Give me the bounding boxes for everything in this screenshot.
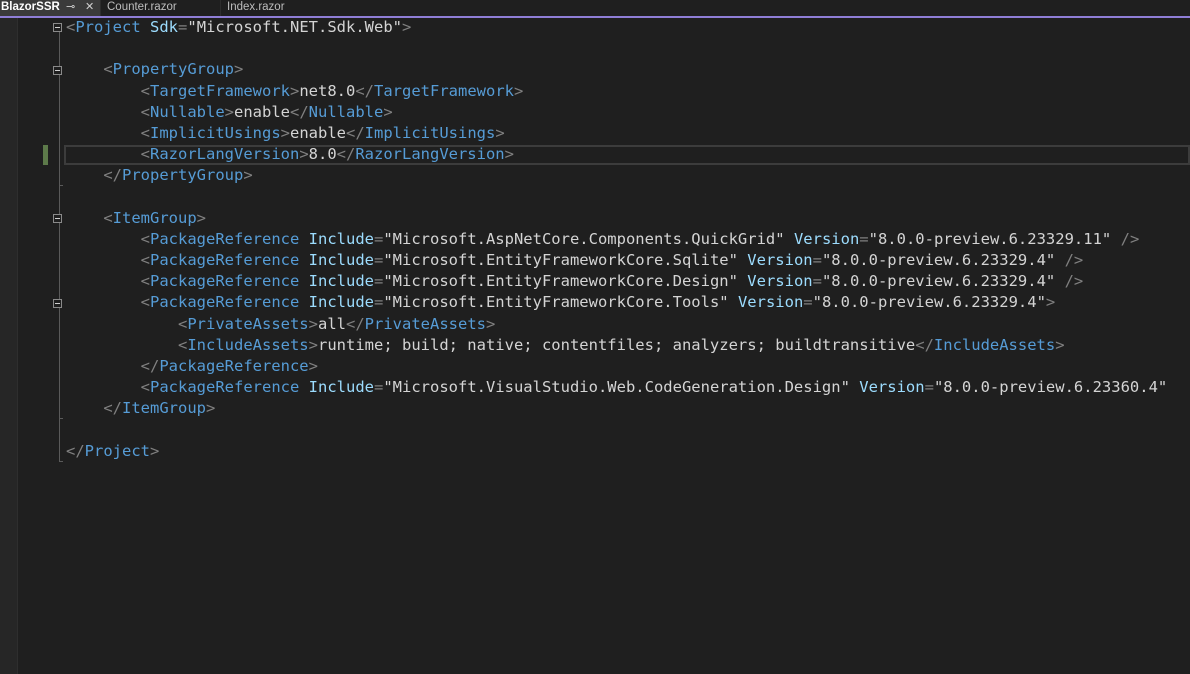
- attr-name: Version: [859, 378, 925, 397]
- tag-name: Project: [84, 441, 150, 460]
- tag-name: PackageReference: [150, 293, 300, 312]
- code-line: </PackageReference>: [140, 357, 318, 375]
- pin-icon[interactable]: ⊸: [66, 0, 75, 15]
- attr-name: Sdk: [150, 18, 179, 36]
- element-text: net8.0: [299, 81, 356, 100]
- code-line: <PropertyGroup>: [103, 60, 244, 79]
- code-line: </PropertyGroup>: [103, 166, 253, 185]
- close-icon[interactable]: ✕: [85, 0, 94, 15]
- tag-name: PackageReference: [150, 229, 300, 248]
- attr-name: Include: [308, 293, 374, 312]
- tag-name: PackageReference: [150, 272, 300, 291]
- code-line: <Project Sdk="Microsoft.NET.Sdk.Web">: [66, 18, 412, 36]
- code-line: <PackageReference Include="Microsoft.Ent…: [140, 251, 1084, 270]
- tag-name: PropertyGroup: [112, 60, 234, 79]
- code-line: <PackageReference Include="Microsoft.Vis…: [140, 378, 1168, 397]
- code-line: <ImplicitUsings>enable</ImplicitUsings>: [140, 123, 505, 142]
- outline-guide-end: [59, 185, 63, 186]
- outline-guide: [59, 32, 60, 462]
- attr-name: Include: [308, 378, 374, 397]
- attr-name: Version: [747, 251, 813, 270]
- code-line: <PrivateAssets>all</PrivateAssets>: [177, 314, 496, 333]
- code-line: <IncludeAssets>runtime; build; native; c…: [177, 335, 1065, 354]
- attr-value: "8.0.0-preview.6.23329.4": [812, 293, 1046, 312]
- code-editor[interactable]: <Project Sdk="Microsoft.NET.Sdk.Web"> <P…: [66, 17, 1167, 462]
- code-line: <Nullable>enable</Nullable>: [140, 102, 393, 121]
- tab-index-razor[interactable]: Index.razor: [220, 0, 340, 16]
- attr-value: "Microsoft.VisualStudio.Web.CodeGenerati…: [383, 378, 850, 397]
- change-tracking-marker: [43, 145, 48, 165]
- tag-name: Nullable: [308, 102, 384, 121]
- code-line: <PackageReference Include="Microsoft.Ent…: [140, 293, 1056, 312]
- outline-guide-end: [59, 461, 63, 462]
- tag-name: ItemGroup: [122, 399, 206, 418]
- attr-name: Version: [737, 293, 804, 312]
- code-line-current: <RazorLangVersion>8.0</RazorLangVersion>: [140, 145, 514, 164]
- tag-name: TargetFramework: [150, 81, 290, 100]
- attr-name: Version: [793, 229, 860, 248]
- element-text: enable: [234, 102, 290, 121]
- tab-blazorssr[interactable]: BlazorSSR ⊸ ✕: [0, 0, 100, 16]
- collapse-itemgroup-icon[interactable]: [53, 214, 62, 223]
- tab-counter-razor[interactable]: Counter.razor: [100, 0, 220, 16]
- tag-name: Nullable: [150, 102, 225, 121]
- code-line: </Project>: [66, 441, 160, 460]
- attr-value: "Microsoft.NET.Sdk.Web": [187, 18, 402, 36]
- tag-name: PrivateAssets: [187, 314, 309, 333]
- attr-name: Include: [308, 272, 374, 291]
- tag-name: RazorLangVersion: [355, 145, 505, 164]
- tag-name: ItemGroup: [112, 208, 197, 227]
- attr-value: "Microsoft.EntityFrameworkCore.Design": [383, 272, 738, 291]
- tag-name: RazorLangVersion: [150, 145, 300, 164]
- outline-guide-end: [59, 418, 63, 419]
- editor-margin: [0, 18, 18, 674]
- attr-name: Version: [747, 272, 813, 291]
- tab-label: BlazorSSR: [1, 1, 60, 13]
- code-line: <PackageReference Include="Microsoft.Ent…: [140, 272, 1084, 291]
- attr-value: "8.0.0-preview.6.23329.11": [868, 229, 1112, 248]
- tag-name: PropertyGroup: [122, 166, 244, 185]
- element-text: runtime; build; native; contentfiles; an…: [318, 335, 916, 354]
- code-line: </ItemGroup>: [103, 399, 216, 418]
- attr-value: "Microsoft.EntityFrameworkCore.Tools": [383, 293, 729, 312]
- code-line: <PackageReference Include="Microsoft.Asp…: [140, 229, 1140, 248]
- tag-name: ImplicitUsings: [364, 123, 496, 142]
- tag-name: TargetFramework: [374, 81, 514, 100]
- tab-label: Counter.razor: [107, 1, 177, 13]
- tag-name: IncludeAssets: [933, 335, 1056, 354]
- tag-name: IncludeAssets: [187, 335, 309, 354]
- tag-name: ImplicitUsings: [150, 123, 281, 142]
- attr-name: Include: [308, 251, 374, 270]
- code-line: <TargetFramework>net8.0</TargetFramework…: [140, 81, 524, 100]
- collapse-project-icon[interactable]: [53, 23, 62, 32]
- tag-name: PackageReference: [159, 357, 309, 375]
- attr-value: "Microsoft.EntityFrameworkCore.Sqlite": [383, 251, 738, 270]
- attr-value: "8.0.0-preview.6.23329.4": [821, 251, 1056, 270]
- tag-name: PackageReference: [150, 251, 300, 270]
- attr-value: "8.0.0-preview.6.23360.4": [933, 378, 1168, 397]
- tag-name: PackageReference: [150, 378, 300, 397]
- collapse-packagereference-icon[interactable]: [53, 299, 62, 308]
- collapse-propertygroup-icon[interactable]: [53, 66, 62, 75]
- attr-value: "Microsoft.AspNetCore.Components.QuickGr…: [383, 229, 785, 248]
- code-line: <ItemGroup>: [103, 208, 207, 227]
- tab-label: Index.razor: [227, 1, 285, 13]
- attr-value: "8.0.0-preview.6.23329.4": [821, 272, 1056, 291]
- attr-name: Include: [308, 229, 374, 248]
- element-text: enable: [290, 123, 346, 142]
- tag-name: PrivateAssets: [364, 314, 486, 333]
- document-tab-bar: BlazorSSR ⊸ ✕ Counter.razor Index.razor: [0, 0, 1190, 18]
- tag-name: Project: [75, 18, 141, 36]
- element-text: all: [318, 314, 346, 333]
- element-text: 8.0: [308, 145, 337, 164]
